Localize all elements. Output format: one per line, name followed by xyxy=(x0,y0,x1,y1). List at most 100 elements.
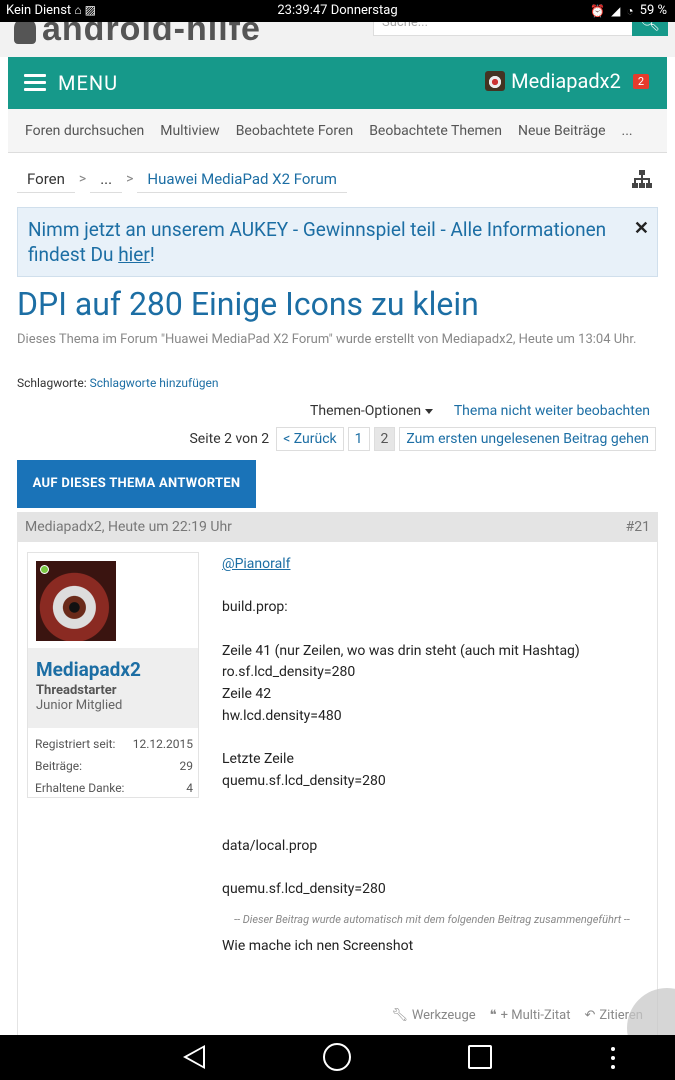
page-title: DPI auf 280 Einige Icons zu klein xyxy=(17,285,479,323)
signal-icon: ◢ xyxy=(611,3,621,18)
clock: 23:39:47 Donnerstag xyxy=(277,3,398,18)
first-unread-button[interactable]: Zum ersten ungelesenen Beitrag gehen xyxy=(399,426,656,451)
post-line: ro.sf.lcd_density=280 xyxy=(222,664,356,681)
pagination: Seite 2 von 2 < Zurück 1 2 Zum ersten un… xyxy=(189,426,656,451)
post-line xyxy=(222,858,642,880)
post-line: quemu.sf.lcd_density=280 xyxy=(222,772,386,789)
stat-label: Beiträge: xyxy=(35,759,83,773)
breadcrumb: Foren > ... > Huawei MediaPad X2 Forum xyxy=(17,160,658,198)
prev-page-button[interactable]: < Zurück xyxy=(276,426,344,451)
main-navbar: MENU Mediapadx2 2 xyxy=(8,57,667,109)
user-mention-link[interactable]: @Pianoralf xyxy=(222,556,291,572)
recent-apps-icon[interactable] xyxy=(468,1045,492,1069)
stat-value: 4 xyxy=(186,781,193,795)
notification-badge[interactable]: 2 xyxy=(632,73,649,89)
notice-text: Nimm jetzt an unserem AUKEY - Gewinnspie… xyxy=(28,218,607,266)
stat-value: 12.12.2015 xyxy=(132,737,193,751)
stat-label: Erhaltene Danke: xyxy=(35,781,125,795)
close-icon[interactable]: ✕ xyxy=(634,216,649,241)
breadcrumb-forum[interactable]: Huawei MediaPad X2 Forum xyxy=(137,166,347,193)
post-line xyxy=(222,619,642,641)
avatar[interactable] xyxy=(36,561,116,641)
user-stats: Registriert seit: 12.12.2015 Beiträge: 29 … xyxy=(35,733,193,799)
search-input[interactable]: Suche... xyxy=(373,22,633,36)
wrench-icon: 🔧︎ xyxy=(391,1008,408,1023)
post-line: Letzte Zeile xyxy=(222,751,294,768)
system-icons: ⏰ ◢ ◔ 59 % xyxy=(590,3,667,18)
page-1-button[interactable]: 1 xyxy=(347,426,370,451)
chevron-right-icon: > xyxy=(78,171,87,187)
alarm-icon: ⏰ xyxy=(590,3,606,18)
tab-beobachtete-themen[interactable]: Beobachtete Themen xyxy=(369,123,502,139)
wifi-icon: ◔ xyxy=(626,3,634,18)
caret-down-icon xyxy=(425,408,434,414)
post-line: quemu.sf.lcd_density=280 xyxy=(222,881,386,898)
back-icon[interactable] xyxy=(183,1045,205,1069)
post-body: @Pianoralf build.prop: Zeile 41 (nur Zei… xyxy=(222,554,642,958)
sitemap-icon[interactable] xyxy=(632,170,652,188)
user-menu[interactable]: Mediapadx2 2 xyxy=(485,69,649,93)
status-bar: Kein Dienst ⌂ ▨ 23:39:47 Donnerstag ⏰ ◢ … xyxy=(0,0,675,22)
tab-more[interactable]: ... xyxy=(622,123,633,139)
stat-row: Erhaltene Danke: 4 xyxy=(35,777,193,799)
tags-row: Schlagworte: Schlagworte hinzufügen xyxy=(17,376,219,390)
thread-options-dropdown[interactable]: Themen-Optionen xyxy=(310,403,434,419)
post: Mediapadx2 Threadstarter Junior Mitglied… xyxy=(17,542,658,1042)
post-actions: 🔧︎ Werkzeuge ❝ + Multi-Zitat ↶ Zitieren xyxy=(391,1008,643,1023)
tab-foren-durchsuchen[interactable]: Foren durchsuchen xyxy=(25,123,144,139)
tools-label: Werkzeuge xyxy=(411,1008,476,1023)
merged-post-note: -- Dieser Beitrag wurde automatisch mit … xyxy=(234,913,630,927)
system-navigation-bar xyxy=(0,1035,675,1080)
user-info: Mediapadx2 Threadstarter Junior Mitglied xyxy=(28,648,198,728)
search-button[interactable]: 🔍︎ xyxy=(632,22,668,36)
site-header: android-hilfe Suche... 🔍︎ xyxy=(0,22,675,57)
post-line: build.prop: xyxy=(222,599,288,616)
notice-banner: Nimm jetzt an unserem AUKEY - Gewinnspie… xyxy=(17,207,658,277)
post-line: Zeile 42 xyxy=(222,686,272,703)
logo-text: android-hilfe xyxy=(42,22,261,48)
home-icon[interactable] xyxy=(323,1043,351,1071)
post-line: Wie mache ich nen Screenshot xyxy=(222,938,414,955)
post-author-date[interactable]: Mediapadx2, Heute um 22:19 Uhr xyxy=(25,519,232,535)
post-line: hw.lcd.density=480 xyxy=(222,707,342,724)
online-status-icon xyxy=(40,565,49,574)
nav-username: Mediapadx2 xyxy=(511,69,621,93)
more-vertical-icon[interactable] xyxy=(611,1047,615,1069)
post-line xyxy=(222,793,642,815)
tools-button[interactable]: 🔧︎ Werkzeuge xyxy=(391,1008,475,1023)
multiquote-label: + Multi-Zitat xyxy=(500,1008,571,1023)
username-link[interactable]: Mediapadx2 xyxy=(36,658,190,681)
tab-neue-beitraege[interactable]: Neue Beiträge xyxy=(518,123,606,139)
thread-options-label: Themen-Optionen xyxy=(310,403,422,419)
avatar xyxy=(485,71,506,91)
menu-button[interactable]: MENU xyxy=(24,71,118,95)
android-robot-icon xyxy=(14,22,36,45)
tab-multiview[interactable]: Multiview xyxy=(160,123,219,139)
chevron-right-icon: > xyxy=(126,171,134,187)
user-card: Mediapadx2 Threadstarter Junior Mitglied… xyxy=(27,552,199,798)
breadcrumb-foren[interactable]: Foren xyxy=(17,166,75,193)
notice-text-end: ! xyxy=(149,243,155,266)
breadcrumb-ellipsis[interactable]: ... xyxy=(90,166,123,193)
site-logo[interactable]: android-hilfe xyxy=(14,22,261,49)
user-role: Threadstarter xyxy=(36,683,117,698)
menu-label: MENU xyxy=(58,71,119,95)
stat-row: Beiträge: 29 xyxy=(35,755,193,777)
post-line xyxy=(222,576,642,598)
sub-navigation: Foren durchsuchen Multiview Beobachtete … xyxy=(8,109,667,153)
reply-button[interactable]: AUF DIESES THEMA ANTWORTEN xyxy=(17,460,256,508)
unwatch-thread-link[interactable]: Thema nicht weiter beobachten xyxy=(454,403,650,419)
tab-beobachtete-foren[interactable]: Beobachtete Foren xyxy=(236,123,353,139)
post-header: Mediapadx2, Heute um 22:19 Uhr #21 xyxy=(17,512,658,542)
notice-link[interactable]: hier xyxy=(118,243,150,266)
stat-label: Registriert seit: xyxy=(35,737,116,751)
user-rank: Junior Mitglied xyxy=(36,698,123,713)
page-2-button[interactable]: 2 xyxy=(373,426,396,451)
battery-level: 59 % xyxy=(639,3,667,18)
add-tags-link[interactable]: Schlagworte hinzufügen xyxy=(90,376,219,390)
post-permalink[interactable]: #21 xyxy=(626,519,650,535)
search-icon: 🔍︎ xyxy=(639,22,661,32)
multiquote-button[interactable]: ❝ + Multi-Zitat xyxy=(490,1008,571,1023)
hamburger-icon xyxy=(24,74,46,92)
tags-label: Schlagworte: xyxy=(17,376,87,390)
